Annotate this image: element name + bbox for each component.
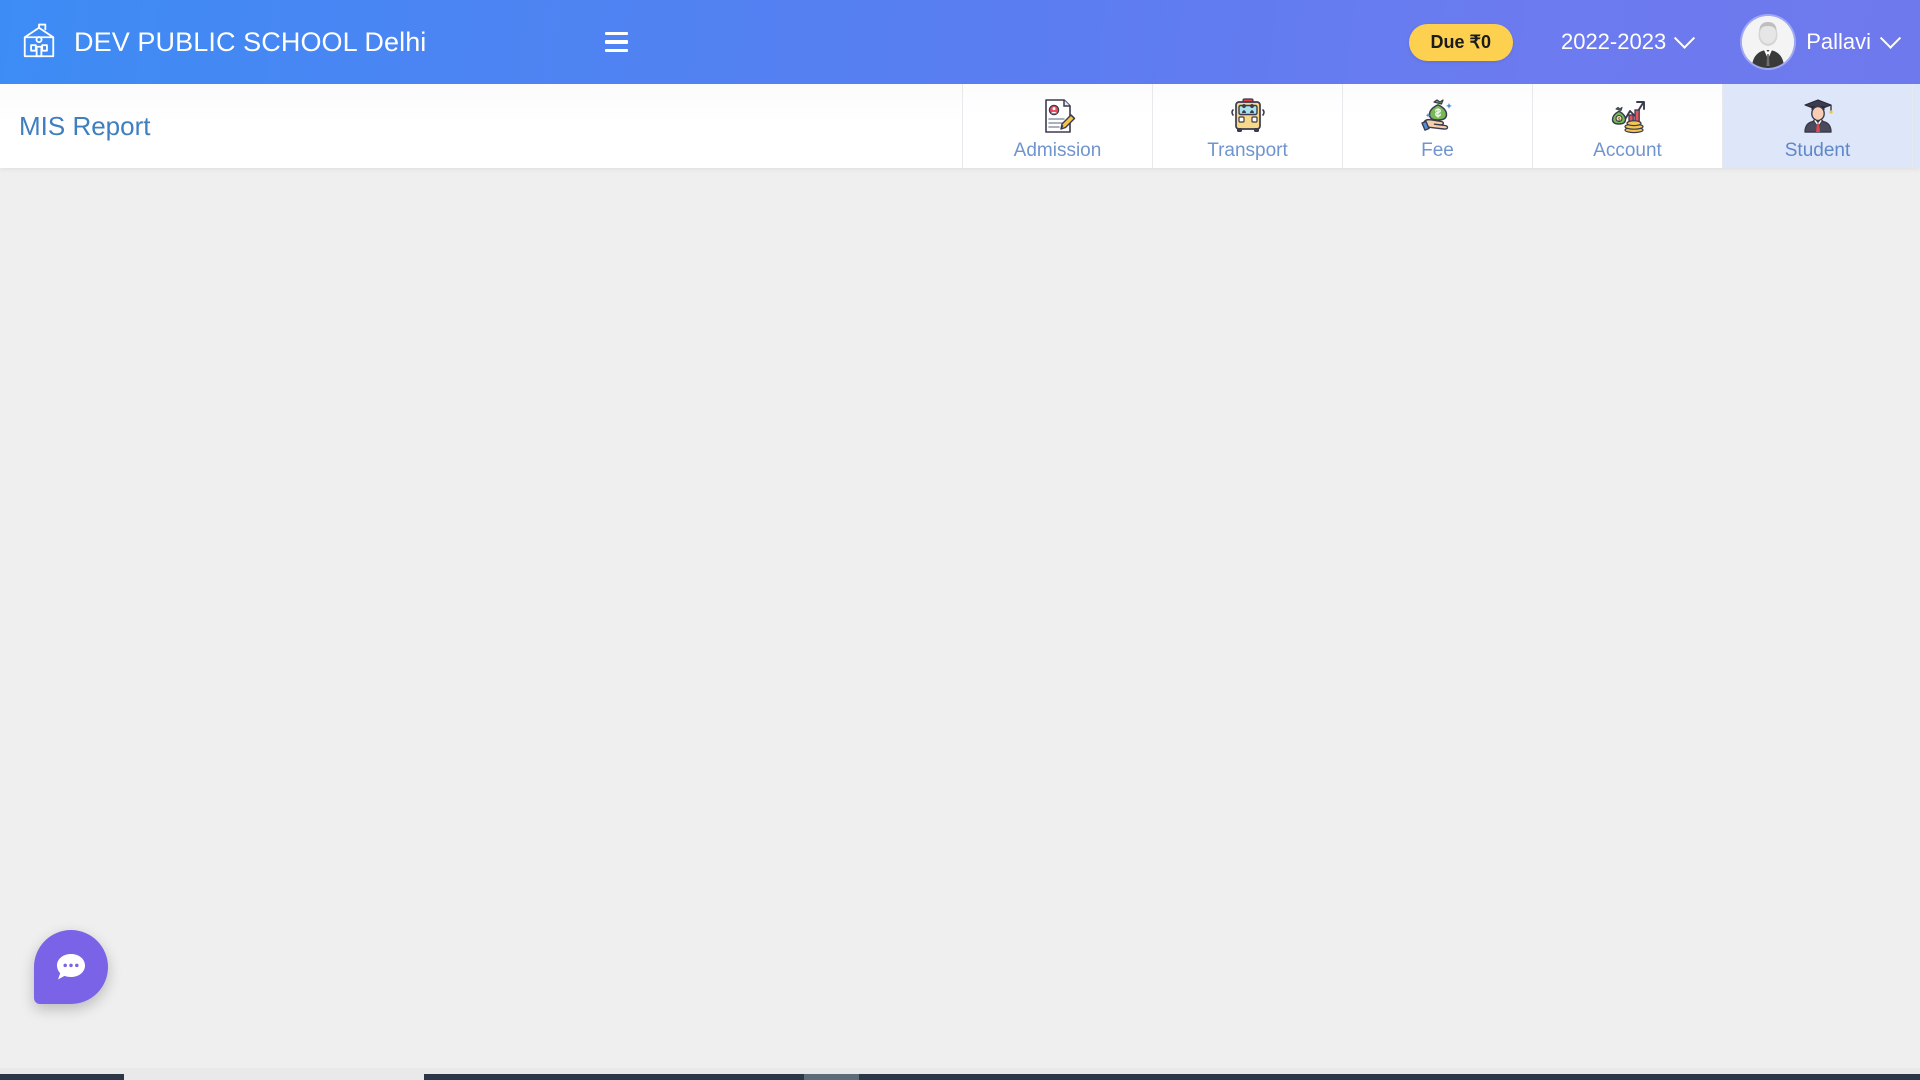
- hamburger-bar: [604, 48, 628, 53]
- top-header-bar: DEV PUBLIC SCHOOL Delhi Due ₹0 2022-2023: [0, 0, 1920, 84]
- hamburger-bar: [604, 31, 628, 36]
- tab-fee[interactable]: Fee: [1342, 84, 1532, 168]
- chat-support-button[interactable]: [34, 930, 108, 1004]
- tab-student[interactable]: Student: [1722, 84, 1912, 168]
- user-profile-dropdown[interactable]: Pallavi: [1742, 16, 1902, 68]
- tab-transport[interactable]: Transport: [1152, 84, 1342, 168]
- due-amount-badge[interactable]: Due ₹0: [1408, 23, 1513, 61]
- hamburger-menu-icon[interactable]: [596, 22, 636, 62]
- tab-label-transport: Transport: [1207, 140, 1288, 161]
- admission-document-icon: [1038, 96, 1078, 136]
- main-content-area: [0, 168, 1920, 1064]
- os-taskbar: [0, 1068, 1920, 1080]
- taskbar-segment: [0, 1074, 124, 1080]
- school-bus-icon: [1228, 96, 1268, 136]
- taskbar-segment: [804, 1074, 859, 1080]
- avatar: [1742, 16, 1795, 68]
- tab-label-account: Account: [1593, 140, 1662, 161]
- tab-account[interactable]: $ Account: [1532, 84, 1722, 168]
- school-name: DEV PUBLIC SCHOOL Delhi: [74, 26, 427, 57]
- taskbar-segment: [124, 1074, 424, 1080]
- taskbar-segment: [859, 1074, 1920, 1080]
- tab-label-fee: Fee: [1421, 140, 1454, 161]
- session-year-label: 2022-2023: [1560, 29, 1667, 54]
- module-tab-strip: MIS Report Admission Transport Fee $ Acc…: [0, 84, 1920, 168]
- tab-label-admission: Admission: [1013, 140, 1102, 161]
- tab-label-student: Student: [1784, 140, 1851, 161]
- money-bag-hand-icon: [1418, 96, 1458, 136]
- header-right-group: Due ₹0 2022-2023 Pallavi: [1408, 0, 1920, 84]
- session-year-dropdown[interactable]: 2022-2023: [1560, 27, 1696, 55]
- chevron-down-icon: [1879, 27, 1902, 49]
- growth-chart-coins-icon: $: [1608, 96, 1648, 136]
- svg-text:$: $: [1617, 116, 1620, 121]
- chat-bubble-icon: [53, 949, 89, 985]
- graduate-student-icon: [1798, 96, 1838, 136]
- tab-staff[interactable]: Staff: [1912, 84, 1920, 168]
- page-title-area: MIS Report: [0, 84, 962, 168]
- school-building-icon: [20, 23, 58, 61]
- taskbar-segment: [424, 1074, 804, 1080]
- hamburger-bar: [604, 40, 628, 44]
- page-title: MIS Report: [19, 110, 151, 141]
- user-name: Pallavi: [1806, 29, 1871, 54]
- tab-admission[interactable]: Admission: [962, 84, 1152, 168]
- chevron-down-icon: [1674, 27, 1696, 49]
- brand-block[interactable]: DEV PUBLIC SCHOOL Delhi: [0, 0, 426, 84]
